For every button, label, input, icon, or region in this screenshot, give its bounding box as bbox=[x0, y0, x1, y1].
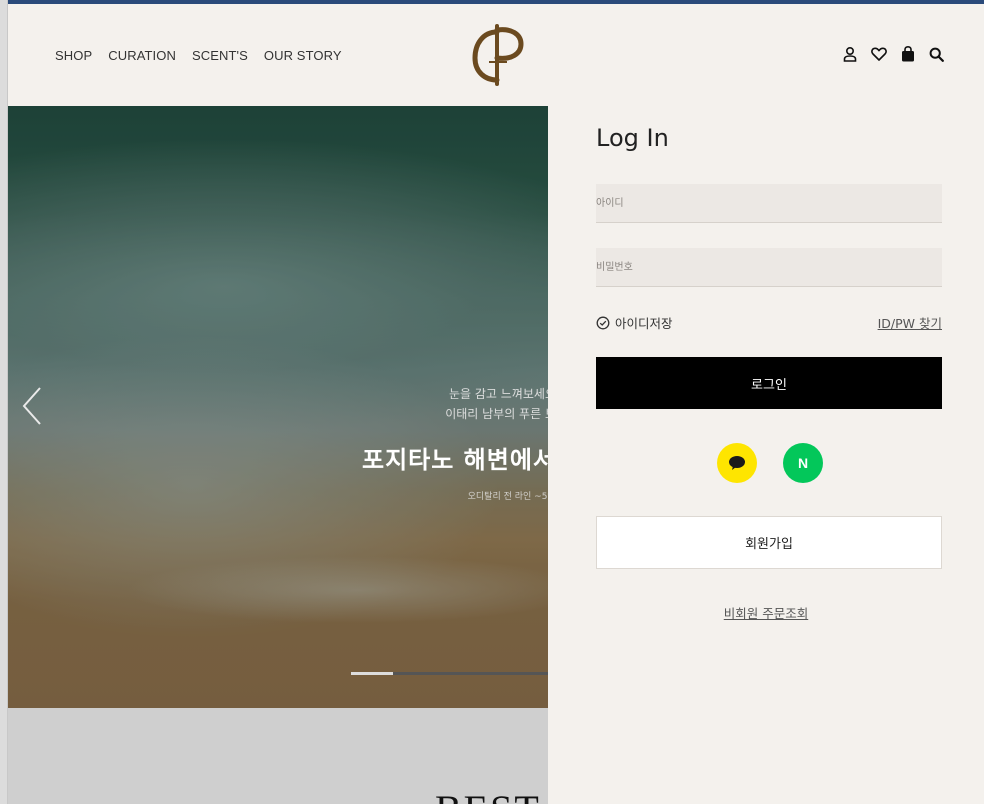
kakao-speech-bubble-icon bbox=[729, 456, 745, 470]
search-icon[interactable] bbox=[929, 47, 944, 62]
chevron-left-icon[interactable] bbox=[16, 384, 46, 428]
save-id-label: 아이디저장 bbox=[615, 316, 673, 331]
hero-slider: 눈을 감고 느껴보세요 이태리 남부의 푸른 보 포지타노 해변에서 오디탈리 … bbox=[8, 106, 548, 708]
nav-our-story[interactable]: OUR STORY bbox=[264, 48, 342, 63]
login-button[interactable]: 로그인 bbox=[596, 357, 942, 409]
site-header: SHOP CURATION SCENT'S OUR STORY bbox=[8, 4, 984, 106]
kakao-login-button[interactable] bbox=[717, 443, 757, 483]
best-heading: BEST bbox=[435, 786, 541, 804]
best-section: BEST bbox=[8, 708, 548, 804]
find-id-pw-link[interactable]: ID/PW 찾기 bbox=[878, 313, 942, 332]
hero-title: 포지타노 해변에서 bbox=[362, 446, 548, 474]
slider-progress-fill bbox=[351, 672, 393, 675]
heart-icon[interactable] bbox=[871, 47, 887, 61]
check-circle-icon bbox=[596, 316, 610, 329]
login-panel: Log In 아이디저장 ID/PW 찾기 로그인 N 회원가입 비회원 주문조… bbox=[548, 106, 984, 804]
id-input[interactable] bbox=[596, 184, 942, 223]
window-left-border bbox=[0, 0, 8, 804]
nav-curation[interactable]: CURATION bbox=[108, 48, 176, 63]
guest-order-lookup-link[interactable]: 비회원 주문조회 bbox=[548, 603, 984, 622]
logo[interactable] bbox=[463, 22, 533, 88]
user-icon[interactable] bbox=[843, 46, 857, 62]
nav-shop[interactable]: SHOP bbox=[55, 48, 92, 63]
hero-line-1: 눈을 감고 느껴보세요 bbox=[449, 387, 548, 401]
password-input[interactable] bbox=[596, 248, 942, 287]
signup-button[interactable]: 회원가입 bbox=[596, 516, 942, 569]
hero-caption: 눈을 감고 느껴보세요 이태리 남부의 푸른 보 포지타노 해변에서 오디탈리 … bbox=[362, 384, 548, 502]
login-title: Log In bbox=[596, 124, 669, 152]
hero-subtitle: 오디탈리 전 라인 ~5% bbox=[467, 492, 548, 502]
header-icons bbox=[843, 46, 944, 62]
save-id-checkbox[interactable]: 아이디저장 bbox=[596, 313, 673, 332]
naver-login-button[interactable]: N bbox=[783, 443, 823, 483]
nav-scents[interactable]: SCENT'S bbox=[192, 48, 248, 63]
bag-icon[interactable] bbox=[901, 46, 915, 62]
hero-line-2: 이태리 남부의 푸른 보 bbox=[445, 407, 548, 421]
slider-progress-bar[interactable] bbox=[351, 672, 548, 675]
main-nav: SHOP CURATION SCENT'S OUR STORY bbox=[55, 48, 342, 63]
social-login: N bbox=[717, 443, 823, 483]
naver-icon: N bbox=[797, 455, 809, 471]
